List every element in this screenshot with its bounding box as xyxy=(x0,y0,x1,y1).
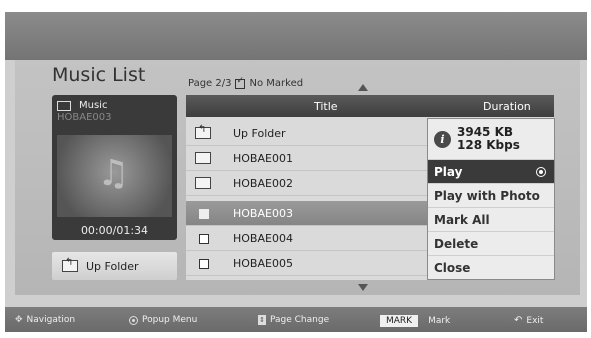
playback-time: 00:00/01:34 xyxy=(80,224,149,237)
hint-navigation-label: Navigation xyxy=(26,315,76,325)
list-item-label: HOBAE004 xyxy=(233,232,293,245)
file-info: i 3945 KB 128 Kbps xyxy=(428,119,554,159)
navigation-icon: ✥ xyxy=(15,315,23,325)
scroll-up-icon[interactable] xyxy=(358,84,368,91)
list-item-label: HOBAE001 xyxy=(233,152,293,165)
bottom-bar: ✥ Navigation Popup Menu ⇕ Page Change MA… xyxy=(5,307,587,332)
column-duration: Duration xyxy=(483,100,531,113)
page-info: Page 2/3 No Marked xyxy=(188,76,304,90)
music-note-icon: ♫ xyxy=(97,153,130,194)
up-folder-icon xyxy=(62,257,78,272)
hint-exit-label: Exit xyxy=(526,315,544,326)
hint-mark-label: Mark xyxy=(428,316,451,326)
preview-type: Music xyxy=(79,100,108,111)
top-bar xyxy=(5,12,587,60)
checkbox-icon[interactable] xyxy=(199,209,209,219)
menu-item-label: Mark All xyxy=(434,212,490,227)
menu-item-label: Play with Photo xyxy=(434,188,540,203)
preview-file-name: HOBAE003 xyxy=(57,112,112,123)
hint-page-change-label: Page Change xyxy=(270,315,330,325)
preview-header: Music HOBAE003 xyxy=(57,100,172,130)
scroll-down-icon[interactable] xyxy=(358,284,368,291)
up-folder-button[interactable]: Up Folder xyxy=(52,252,177,280)
up-folder-icon xyxy=(195,124,211,139)
file-size: 3945 KB xyxy=(457,125,514,139)
menu-item-label: Play xyxy=(434,164,463,179)
menu-item-play-with-photo[interactable]: Play with Photo xyxy=(428,183,554,207)
hint-mark: MARK Mark xyxy=(380,315,450,327)
list-header: Title Duration xyxy=(186,95,554,117)
page-change-icon: ⇕ xyxy=(258,315,266,325)
page-title: Music List xyxy=(52,64,146,86)
menu-item-mark-all[interactable]: Mark All xyxy=(428,207,554,231)
hint-page-change: ⇕ Page Change xyxy=(258,315,329,325)
marked-status: No Marked xyxy=(249,78,304,89)
checkbox-icon[interactable] xyxy=(199,259,209,269)
folder-icon xyxy=(195,152,211,164)
hint-exit: ↶ Exit xyxy=(514,315,543,326)
exit-icon: ↶ xyxy=(514,315,523,326)
checkbox-icon xyxy=(235,76,246,89)
menu-item-play[interactable]: Play xyxy=(428,159,554,183)
up-folder-button-label: Up Folder xyxy=(86,259,139,273)
ok-button-icon xyxy=(129,315,138,325)
list-item-label: HOBAE003 xyxy=(233,207,293,220)
mark-key-icon: MARK xyxy=(380,315,419,327)
radio-selected-icon xyxy=(536,167,546,177)
column-title: Title xyxy=(314,100,338,113)
music-thumbnail: ♫ xyxy=(57,135,172,217)
folder-icon xyxy=(57,100,71,111)
info-icon: i xyxy=(434,130,451,148)
hint-navigation: ✥ Navigation xyxy=(15,315,75,325)
menu-item-delete[interactable]: Delete xyxy=(428,231,554,255)
file-bitrate: 128 Kbps xyxy=(457,138,520,152)
menu-item-label: Delete xyxy=(434,236,479,251)
list-item-label: HOBAE002 xyxy=(233,177,293,190)
popup-menu: i 3945 KB 128 Kbps Play Play with Photo … xyxy=(427,118,555,280)
hint-popup-menu-label: Popup Menu xyxy=(142,315,198,325)
list-item-label: Up Folder xyxy=(233,127,286,140)
hint-popup-menu: Popup Menu xyxy=(129,315,197,325)
menu-item-label: Close xyxy=(434,260,471,275)
menu-item-close[interactable]: Close xyxy=(428,255,554,279)
folder-icon xyxy=(195,177,211,189)
page-number: Page 2/3 xyxy=(188,78,232,89)
list-item-label: HOBAE005 xyxy=(233,257,293,270)
preview-panel: Music HOBAE003 ♫ 00:00/01:34 xyxy=(52,95,177,240)
checkbox-icon[interactable] xyxy=(199,234,209,244)
